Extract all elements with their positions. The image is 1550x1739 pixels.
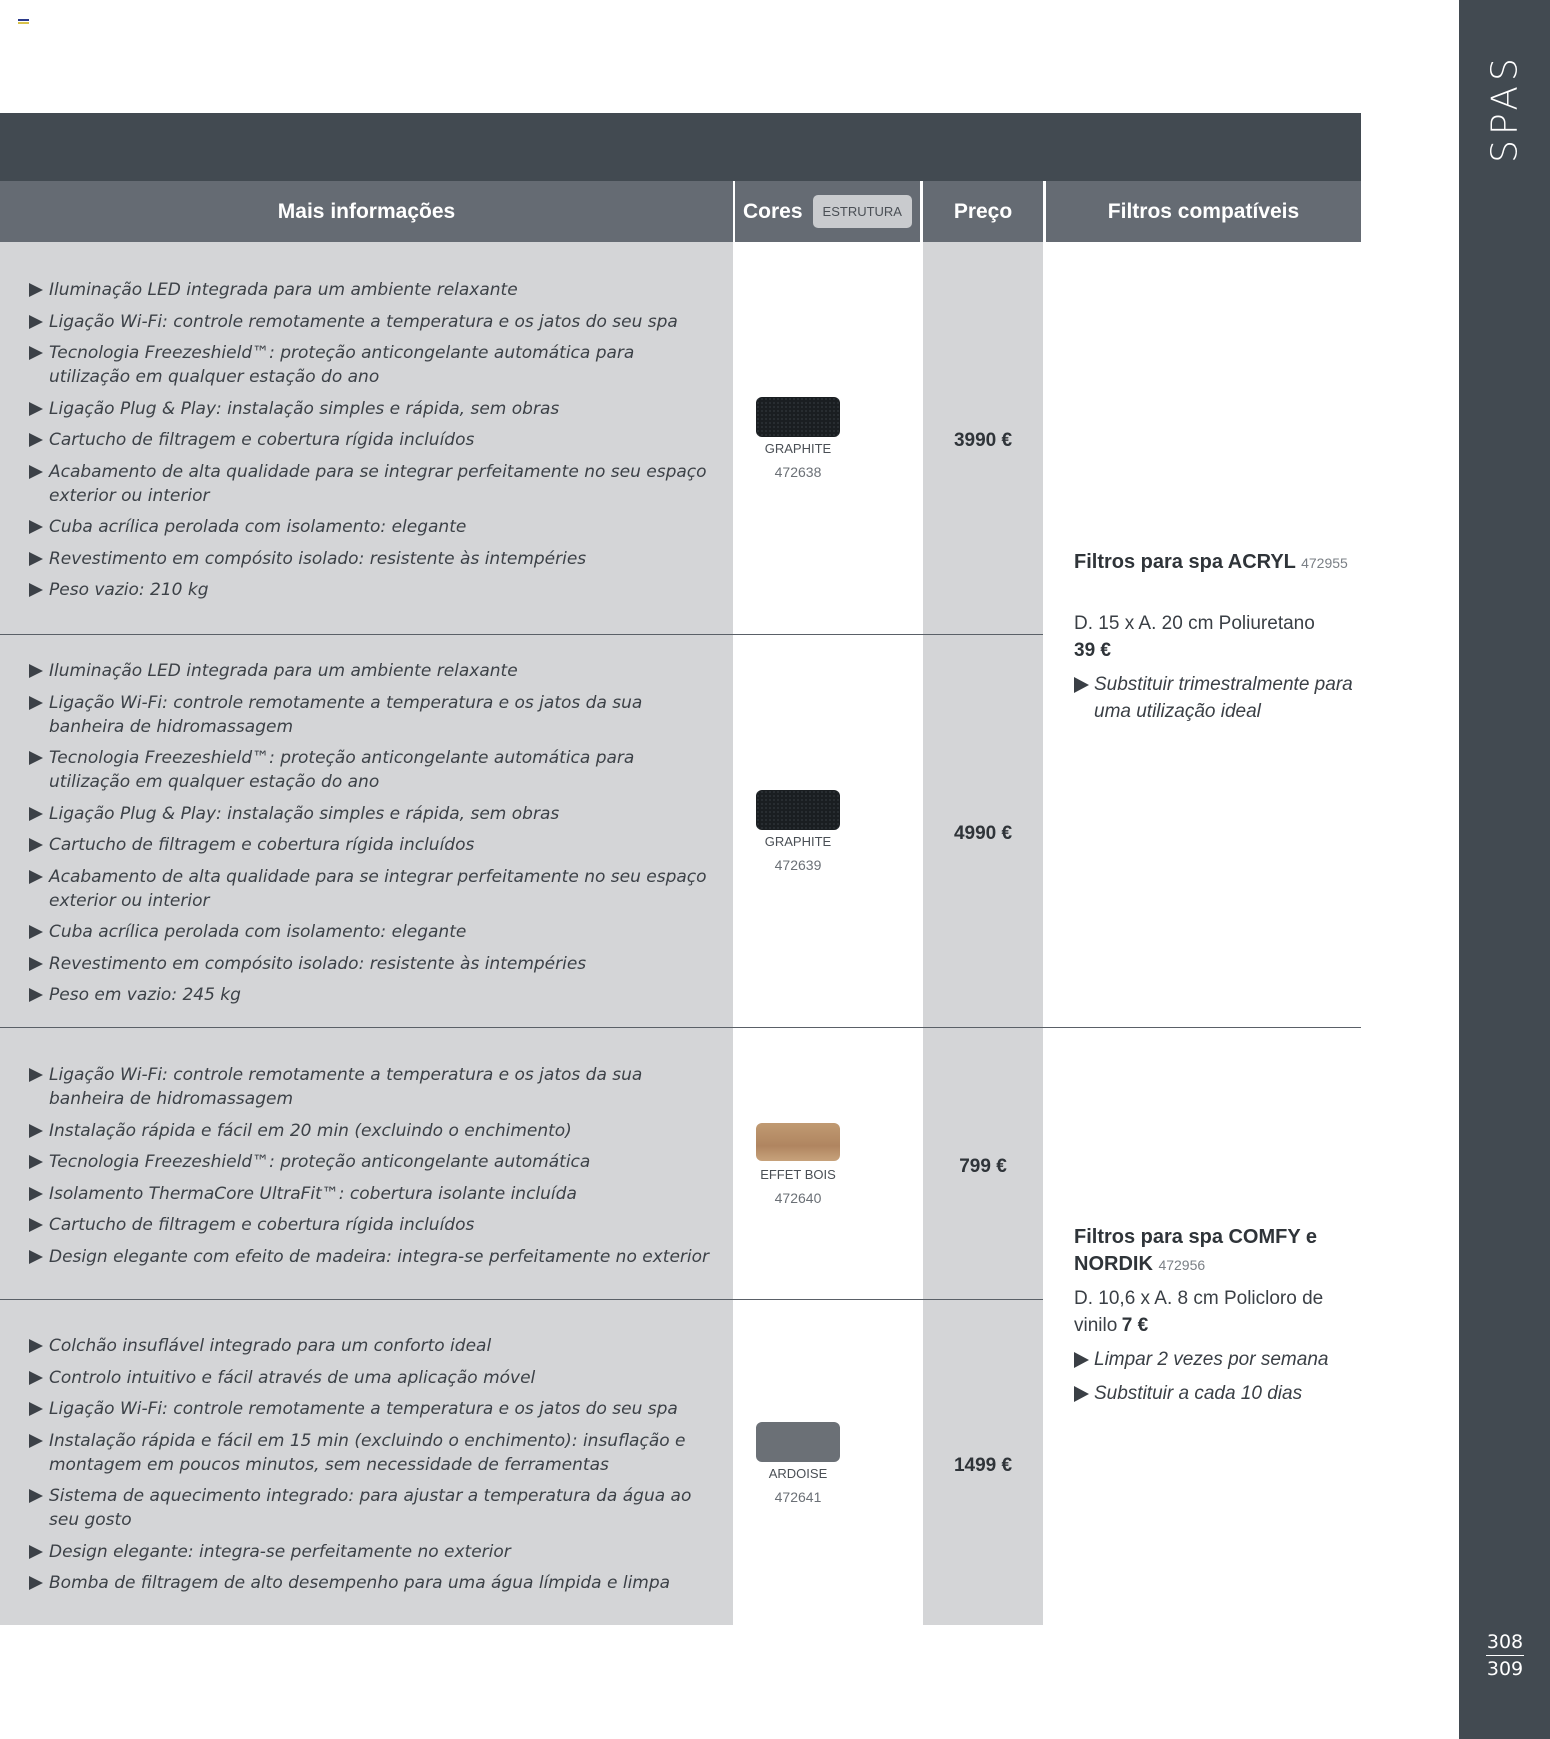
product-price: 3990 € [953,430,1013,451]
feature-item: Ligação Wi-Fi: controle remotamente a te… [29,691,719,739]
feature-item: Tecnologia Freezeshield™: proteção antic… [29,746,719,794]
feature-item: Acabamento de alta qualidade para se int… [29,865,719,913]
feature-item: Cuba acrílica perolada com isolamento: e… [29,920,719,944]
header-colors: Cores ESTRUTURA [735,181,920,242]
color-name: GRAPHITE [764,834,832,849]
product-price: 799 € [959,1156,1007,1177]
feature-item: Cartucho de filtragem e cobertura rígida… [29,428,719,452]
feature-item: Acabamento de alta qualidade para se int… [29,460,719,508]
filter-tips: Limpar 2 vezes por semana Substituir a c… [1074,1346,1354,1407]
feature-item: Revestimento em compósito isolado: resis… [29,547,719,571]
section-title: SPAS [1484,53,1526,163]
filter-name: Filtros para spa ACRYL [1074,551,1296,573]
filter-ref: 472955 [1301,555,1348,571]
color-swatch-effet-bois [756,1123,840,1161]
section-side-band [1459,0,1550,1739]
product-price: 1499 € [953,1455,1013,1476]
feature-item: Revestimento em compósito isolado: resis… [29,952,719,976]
header-filters-label: Filtros compatíveis [1107,199,1300,223]
header-more-info: Mais informações [0,181,733,242]
page-number-right: 309 [1486,1658,1524,1680]
structure-badge: ESTRUTURA [812,195,912,228]
corner-flag-icon [18,19,29,26]
feature-item: Bomba de filtragem de alto desempenho pa… [29,1571,719,1595]
color-swatch-graphite [756,397,840,437]
row-divider [0,1027,1361,1028]
filter-block-comfy-nordik: Filtros para spa COMFY e NORDIK 472956 D… [1074,1224,1354,1407]
filter-price: 7 € [1121,1315,1149,1336]
page-number-left: 308 [1486,1631,1524,1653]
color-swatch-ardoise [756,1422,840,1462]
filter-title: Filtros para spa COMFY e NORDIK 472956 [1074,1224,1354,1279]
feature-item: Ligação Wi-Fi: controle remotamente a te… [29,1063,719,1111]
row-divider [0,634,1043,635]
feature-item: Ligação Wi-Fi: controle remotamente a te… [29,1397,719,1421]
feature-item: Isolamento ThermaCore UltraFit™: cobertu… [29,1182,719,1206]
feature-list: Iluminação LED integrada para um ambient… [29,659,719,1015]
filter-ref: 472956 [1158,1257,1206,1273]
filter-title: Filtros para spa ACRYL 472955 [1074,549,1354,577]
filter-dimensions: D. 10,6 x A. 8 cm Policloro de vinilo [1074,1288,1324,1336]
color-swatch-graphite [756,790,840,830]
feature-item: Ligação Plug & Play: instalação simples … [29,802,719,826]
filter-tip: Limpar 2 vezes por semana [1074,1346,1354,1373]
color-name: GRAPHITE [764,441,832,456]
page-number-divider [1486,1655,1524,1656]
feature-item: Peso em vazio: 245 kg [29,983,719,1007]
table-top-bar [0,113,1361,181]
feature-item: Iluminação LED integrada para um ambient… [29,278,719,302]
feature-item: Design elegante com efeito de madeira: i… [29,1245,719,1269]
page-numbers: 308 309 [1486,1630,1524,1681]
color-ref: 472641 [774,1489,822,1505]
color-ref: 472638 [774,464,822,480]
feature-item: Iluminação LED integrada para um ambient… [29,659,719,683]
feature-item: Cartucho de filtragem e cobertura rígida… [29,833,719,857]
color-ref: 472640 [774,1190,822,1206]
filter-tips: Substituir trimestralmente para uma util… [1074,671,1354,725]
color-name: ARDOISE [768,1466,828,1481]
filter-block-acryl: Filtros para spa ACRYL 472955 D. 15 x A.… [1074,549,1354,725]
feature-item: Instalação rápida e fácil em 15 min (exc… [29,1429,719,1477]
feature-item: Instalação rápida e fácil em 20 min (exc… [29,1119,719,1143]
feature-item: Ligação Wi-Fi: controle remotamente a te… [29,310,719,334]
feature-item: Design elegante: integra-se perfeitament… [29,1540,719,1564]
feature-item: Cartucho de filtragem e cobertura rígida… [29,1213,719,1237]
feature-item: Cuba acrílica perolada com isolamento: e… [29,515,719,539]
header-more-info-label: Mais informações [277,199,456,223]
product-price: 4990 € [953,823,1013,844]
color-ref: 472639 [774,857,822,873]
filter-dimensions: D. 15 x A. 20 cm Poliuretano [1074,613,1315,634]
feature-item: Colchão insuflável integrado para um con… [29,1334,719,1358]
header-price-label: Preço [953,199,1013,223]
feature-item: Tecnologia Freezeshield™: proteção antic… [29,341,719,389]
filter-price: 39 € [1074,640,1111,661]
feature-item: Tecnologia Freezeshield™: proteção antic… [29,1150,719,1174]
header-colors-label: Cores [743,199,803,223]
filter-tip: Substituir a cada 10 dias [1074,1380,1354,1407]
filter-tip: Substituir trimestralmente para uma util… [1074,671,1354,725]
feature-item: Peso vazio: 210 kg [29,578,719,602]
header-filters: Filtros compatíveis [1046,181,1361,242]
row-divider [0,1299,1043,1300]
color-name: EFFET BOIS [760,1167,836,1182]
filter-spec: D. 10,6 x A. 8 cm Policloro de vinilo 7 … [1074,1285,1354,1339]
feature-list: Ligação Wi-Fi: controle remotamente a te… [29,1063,719,1276]
feature-item: Sistema de aquecimento integrado: para a… [29,1484,719,1532]
header-price: Preço [923,181,1043,242]
feature-list: Iluminação LED integrada para um ambient… [29,278,719,610]
feature-item: Controlo intuitivo e fácil através de um… [29,1366,719,1390]
feature-item: Ligação Plug & Play: instalação simples … [29,397,719,421]
feature-list: Colchão insuflável integrado para um con… [29,1334,719,1603]
